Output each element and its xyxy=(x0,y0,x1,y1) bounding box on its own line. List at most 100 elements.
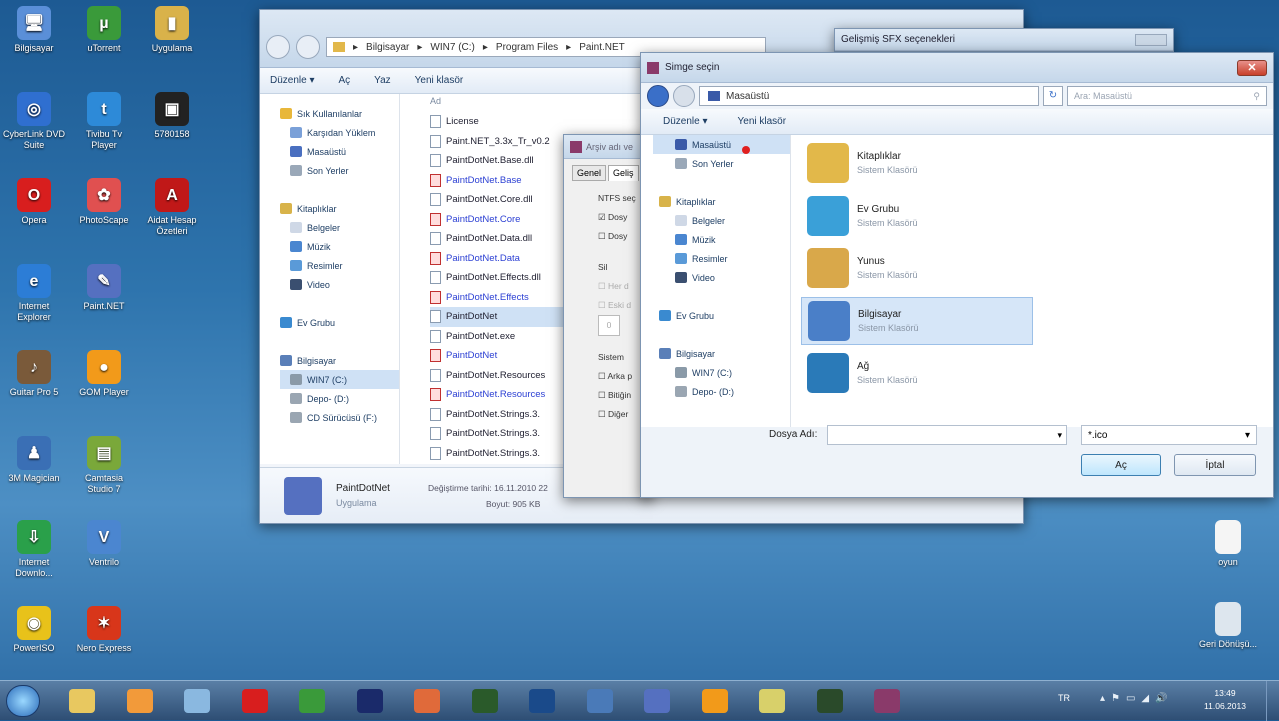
start-button[interactable] xyxy=(6,685,40,717)
file-name: PaintDotNet.Resources xyxy=(446,369,546,381)
tray-icons[interactable]: ▴⚑▭◢🔊 xyxy=(1100,693,1174,704)
toolbar-button[interactable]: Düzenle ▾ xyxy=(270,75,315,86)
desktop-icon-8[interactable]: A Aidat Hesap Özetleri xyxy=(140,178,204,237)
taskbar-app-gom[interactable] xyxy=(691,685,739,717)
taskbar-app-explorer[interactable] xyxy=(58,685,106,717)
cancel-button[interactable]: İptal xyxy=(1174,454,1256,476)
nav-item[interactable]: Son Yerler xyxy=(280,161,399,180)
nav-item[interactable]: Kitaplıklar xyxy=(653,192,790,211)
location-item[interactable]: Kitaplıklar Sistem Klasörü xyxy=(801,139,1033,187)
toolbar-button[interactable]: Yaz xyxy=(374,75,391,86)
back-button[interactable] xyxy=(266,35,290,59)
forward-button[interactable] xyxy=(296,35,320,59)
desktop-icon-13[interactable]: ♟ 3M Magician xyxy=(2,436,66,484)
taskbar-app-utorrent[interactable] xyxy=(288,685,336,717)
paintnet-icon xyxy=(644,689,670,713)
refresh-button[interactable]: ↻ xyxy=(1043,86,1063,106)
desktop-icon-6[interactable]: O Opera xyxy=(2,178,66,226)
forward-button[interactable] xyxy=(673,85,695,107)
nav-item[interactable]: Resimler xyxy=(280,256,399,275)
nav-item[interactable]: Müzik xyxy=(280,237,399,256)
clock-time[interactable]: 13:49 xyxy=(1200,687,1250,700)
desktop-icon-0[interactable]: 🖥 Bilgisayar xyxy=(2,6,66,54)
desktop-right-icon-1[interactable]: Geri Dönüşü... xyxy=(1196,602,1260,650)
nav-item[interactable]: Resimler xyxy=(653,249,790,268)
desktop-icon-4[interactable]: t Tivibu Tv Player xyxy=(72,92,136,151)
toolbar-button[interactable]: Yeni klasör xyxy=(415,75,464,86)
search-input[interactable]: Ara: Masaüstü ⚲ xyxy=(1067,86,1267,106)
desktop-icon-2[interactable]: ▮ Uygulama xyxy=(140,6,204,54)
breadcrumb-item[interactable]: ▸ Bilgisayar xyxy=(353,42,409,53)
desktop-icon-7[interactable]: ✿ PhotoScape xyxy=(72,178,136,226)
open-button[interactable]: Aç xyxy=(1081,454,1161,476)
clock-date[interactable]: 11.06.2013 xyxy=(1200,700,1250,713)
tab-gelismis[interactable]: Geliş xyxy=(608,165,639,181)
tray-language[interactable]: TR xyxy=(1058,693,1070,703)
desktop-icon-10[interactable]: ✎ Paint.NET xyxy=(72,264,136,312)
desktop-icon-17[interactable]: ◉ PowerISO xyxy=(2,606,66,654)
nav-item[interactable]: Masaüstü xyxy=(653,135,790,154)
taskbar-app-paintnet[interactable] xyxy=(633,685,681,717)
nav-item[interactable]: Son Yerler xyxy=(653,154,790,173)
close-button[interactable]: ✕ xyxy=(1237,59,1267,76)
nav-item[interactable]: Belgeler xyxy=(653,211,790,230)
toolbar-button[interactable]: Düzenle ▾ xyxy=(663,116,708,127)
toolbar-button[interactable]: Yeni klasör xyxy=(738,116,787,127)
sfx-close-icon[interactable] xyxy=(1135,33,1167,46)
tab-genel[interactable]: Genel xyxy=(572,165,607,181)
desktop-icon-11[interactable]: ♪ Guitar Pro 5 xyxy=(2,350,66,398)
nav-item[interactable]: Masaüstü xyxy=(280,142,399,161)
location-item[interactable]: Ağ Sistem Klasörü xyxy=(801,349,1033,397)
desktop-icon-12[interactable]: ● GOM Player xyxy=(72,350,136,398)
nav-item[interactable]: Ev Grubu xyxy=(653,306,790,325)
show-desktop-button[interactable] xyxy=(1266,681,1279,721)
nav-item[interactable]: Depo- (D:) xyxy=(653,382,790,401)
desktop-icon-15[interactable]: ⇩ Internet Downlo... xyxy=(2,520,66,579)
location-item[interactable]: Bilgisayar Sistem Klasörü xyxy=(801,296,1033,345)
taskbar-app-photoshop[interactable] xyxy=(518,685,566,717)
desktop-icon-3[interactable]: ◎ CyberLink DVD Suite xyxy=(2,92,66,151)
taskbar-app-dreamweaver[interactable] xyxy=(461,685,509,717)
nav-item[interactable]: Sık Kullanılanlar xyxy=(280,104,399,123)
desktop-icon-18[interactable]: ✶ Nero Express xyxy=(72,606,136,654)
nav-item[interactable]: WIN7 (C:) xyxy=(653,363,790,382)
nav-item[interactable]: Bilgisayar xyxy=(280,351,399,370)
breadcrumb-item[interactable]: ▸ WIN7 (C:) xyxy=(417,42,474,53)
nav-item[interactable]: WIN7 (C:) xyxy=(280,370,399,389)
taskbar-app-media-player[interactable] xyxy=(116,685,164,717)
taskbar-app-nod[interactable] xyxy=(576,685,624,717)
nav-item[interactable]: Depo- (D:) xyxy=(280,389,399,408)
back-button[interactable] xyxy=(647,85,669,107)
location-bar[interactable]: Masaüstü xyxy=(699,86,1039,106)
location-item[interactable]: Yunus Sistem Klasörü xyxy=(801,244,1033,292)
desktop-icon-9[interactable]: e Internet Explorer xyxy=(2,264,66,323)
taskbar-app-photoscape[interactable] xyxy=(403,685,451,717)
desktop-icon-16[interactable]: V Ventrilo xyxy=(72,520,136,568)
desktop-icon-5[interactable]: ▣ 5780158 xyxy=(140,92,204,140)
taskbar-app-opera[interactable] xyxy=(231,685,279,717)
desktop-icon-1[interactable]: µ uTorrent xyxy=(72,6,136,54)
breadcrumb-item[interactable]: ▸ Program Files xyxy=(483,42,558,53)
nav-item[interactable]: Video xyxy=(653,268,790,287)
nav-item[interactable]: Video xyxy=(280,275,399,294)
delete-spinner[interactable]: 0 xyxy=(598,315,620,336)
location-item[interactable]: Ev Grubu Sistem Klasörü xyxy=(801,192,1033,240)
taskbar-app-divx[interactable] xyxy=(346,685,394,717)
breadcrumb-item[interactable]: ▸ Paint.NET xyxy=(566,42,625,53)
taskbar-app-winrar[interactable] xyxy=(863,685,911,717)
nav-item[interactable]: CD Sürücüsü (F:) xyxy=(280,408,399,427)
nav-item[interactable]: Kitaplıklar xyxy=(280,199,399,218)
taskbar-app-snipping[interactable] xyxy=(173,685,221,717)
nav-item[interactable]: Bilgisayar xyxy=(653,344,790,363)
nav-item[interactable]: Belgeler xyxy=(280,218,399,237)
filename-input[interactable]: ▾ xyxy=(827,425,1067,445)
taskbar-app-winrar-sfx[interactable] xyxy=(806,685,854,717)
toolbar-button[interactable]: Aç xyxy=(339,75,351,86)
desktop-icon-14[interactable]: ▤ Camtasia Studio 7 xyxy=(72,436,136,495)
desktop-right-icon-0[interactable]: oyun xyxy=(1196,520,1260,568)
taskbar-app-notes[interactable] xyxy=(748,685,796,717)
filetype-select[interactable]: *.ico ▾ xyxy=(1081,425,1257,445)
nav-item[interactable]: Müzik xyxy=(653,230,790,249)
nav-item[interactable]: Karşıdan Yüklem xyxy=(280,123,399,142)
nav-item[interactable]: Ev Grubu xyxy=(280,313,399,332)
